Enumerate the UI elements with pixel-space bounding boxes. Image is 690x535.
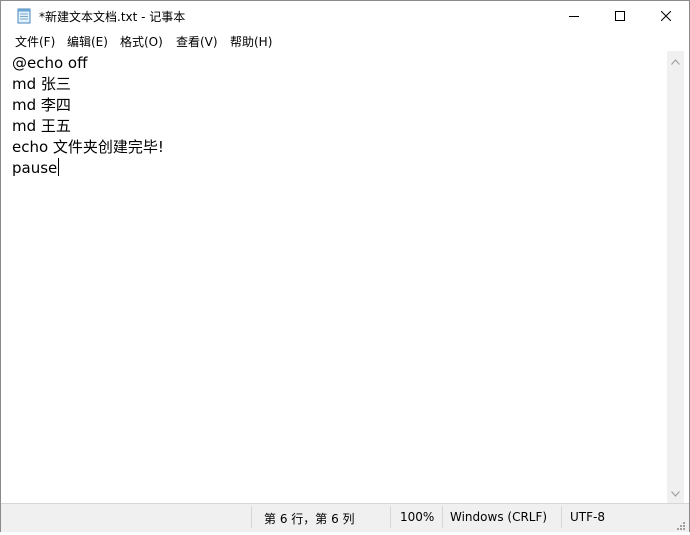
text-line-5: echo 文件夹创建完毕!: [12, 138, 164, 156]
menu-bar: 文件(F) 编辑(E) 格式(O) 查看(V) 帮助(H): [1, 31, 689, 51]
menu-edit[interactable]: 编辑(E): [67, 33, 108, 50]
maximize-button[interactable]: [597, 1, 643, 31]
text-line-4: md 王五: [12, 117, 71, 135]
status-separator: [390, 506, 391, 528]
status-separator: [442, 506, 443, 528]
scroll-down-button[interactable]: [667, 485, 684, 502]
resize-grip-icon[interactable]: [674, 516, 686, 530]
minimize-icon: [569, 16, 579, 17]
status-line-ending: Windows (CRLF): [450, 510, 548, 524]
scroll-up-arrow-icon: [671, 58, 680, 65]
notepad-window: *新建文本文档.txt - 记事本 文件(F) 编辑(E) 格式(O) 查看(V…: [0, 0, 690, 532]
text-line-1: @echo off: [12, 54, 88, 72]
menu-view[interactable]: 查看(V): [176, 33, 218, 50]
scroll-down-arrow-icon: [671, 490, 680, 497]
notepad-icon: [17, 8, 31, 24]
maximize-icon: [615, 11, 625, 21]
minimize-button[interactable]: [551, 1, 597, 31]
status-separator: [251, 506, 252, 528]
status-encoding: UTF-8: [570, 510, 605, 524]
text-caret: [58, 158, 60, 176]
menu-format[interactable]: 格式(O): [120, 33, 163, 50]
text-line-6: pause: [12, 159, 58, 177]
close-button[interactable]: [643, 1, 689, 31]
scroll-up-button[interactable]: [667, 53, 684, 70]
editor-content[interactable]: @echo off md 张三 md 李四 md 王五 echo 文件夹创建完毕…: [12, 53, 164, 179]
status-cursor-position: 第 6 行，第 6 列: [264, 512, 355, 526]
text-line-3: md 李四: [12, 96, 71, 114]
menu-file[interactable]: 文件(F): [15, 33, 55, 50]
status-bar: 第 6 行，第 6 列 100% Windows (CRLF) UTF-8: [1, 503, 689, 532]
text-line-6-wrap: pause: [12, 158, 164, 179]
text-line-2: md 张三: [12, 75, 71, 93]
window-title: *新建文本文档.txt - 记事本: [39, 10, 186, 24]
title-bar[interactable]: *新建文本文档.txt - 记事本: [1, 1, 689, 31]
status-zoom: 100%: [400, 510, 435, 524]
menu-help[interactable]: 帮助(H): [230, 33, 272, 50]
vertical-scrollbar[interactable]: [667, 51, 684, 503]
status-separator: [561, 506, 562, 528]
text-editor[interactable]: @echo off md 张三 md 李四 md 王五 echo 文件夹创建完毕…: [7, 51, 667, 501]
close-icon: [661, 11, 671, 21]
